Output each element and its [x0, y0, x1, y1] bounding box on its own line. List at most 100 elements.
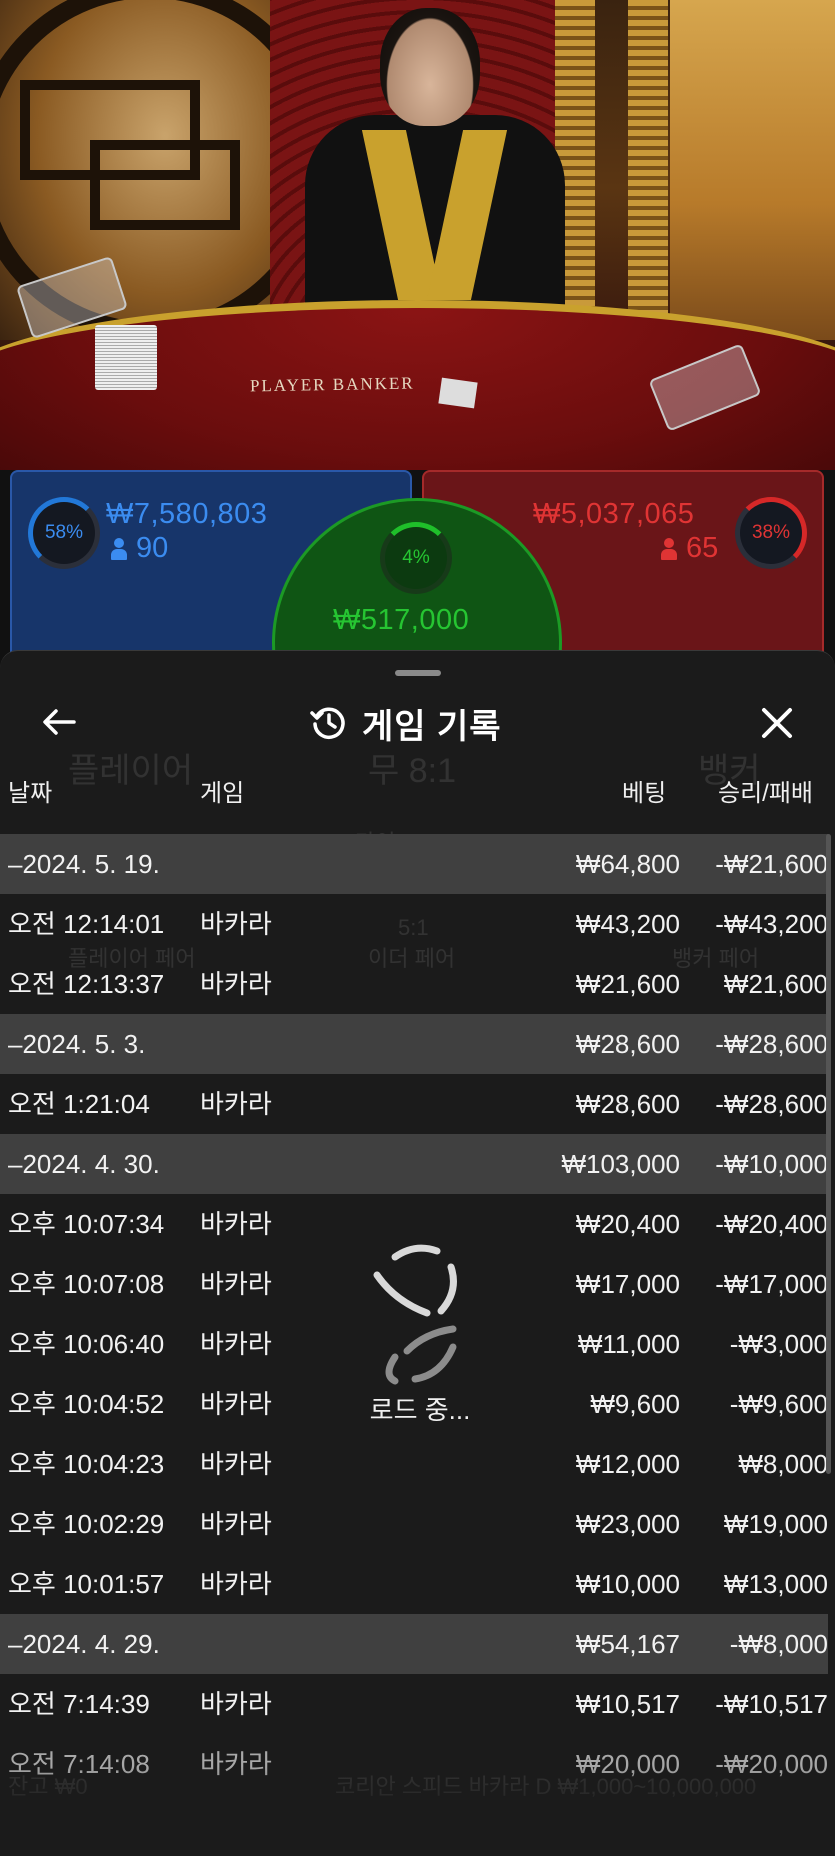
row-bet: ₩10,000 — [575, 1569, 680, 1599]
game-row[interactable]: 오전 12:14:01 바카라 ₩43,200 -₩43,200 — [0, 894, 828, 954]
row-time: 오전 12:13:37 — [8, 969, 165, 999]
sheet-header: 게임 기록 — [0, 691, 835, 755]
player-bet-amount: ₩7,580,803 — [106, 498, 268, 530]
game-row[interactable]: 오전 7:14:08 바카라 ₩20,000 -₩20,000 — [0, 1734, 828, 1794]
row-result: ₩19,000 — [723, 1509, 828, 1539]
row-time: 오후 10:07:08 — [8, 1269, 165, 1299]
row-time: 오전 12:14:01 — [8, 909, 165, 939]
row-game: 바카라 — [200, 1269, 272, 1299]
row-time: 오전 1:21:04 — [8, 1089, 150, 1119]
row-result: ₩8,000 — [738, 1449, 828, 1479]
group-date: –2024. 4. 29. — [8, 1629, 160, 1659]
date-group-row[interactable]: –2024. 4. 29. ₩54,167 -₩8,000 — [0, 1614, 828, 1674]
player-percent: 58% — [44, 522, 84, 543]
row-result: -₩3,000 — [729, 1329, 828, 1359]
player-count: 90 — [110, 532, 168, 565]
playing-card — [438, 377, 478, 409]
card-stack — [95, 325, 157, 390]
row-game: 바카라 — [200, 1749, 272, 1779]
game-row[interactable]: 오전 12:13:37 바카라 ₩21,600 ₩21,600 — [0, 954, 828, 1014]
tie-bet-amount: ₩517,000 — [333, 604, 470, 636]
group-date: –2024. 5. 3. — [8, 1029, 146, 1059]
row-bet: ₩23,000 — [575, 1509, 680, 1539]
row-bet: ₩28,600 — [575, 1089, 680, 1119]
game-row[interactable]: 오전 1:21:04 바카라 ₩28,600 -₩28,600 — [0, 1074, 828, 1134]
row-bet: ₩20,000 — [575, 1749, 680, 1779]
close-button[interactable] — [755, 701, 799, 745]
loading-label: 로드 중... — [369, 1395, 471, 1425]
live-video: PLAYER BANKER — [0, 0, 835, 470]
history-icon — [310, 707, 345, 739]
row-time: 오후 10:02:29 — [8, 1509, 165, 1539]
wall-right — [670, 0, 835, 340]
row-game: 바카라 — [200, 1449, 272, 1479]
game-row[interactable]: 오후 10:04:23 바카라 ₩12,000 ₩8,000 — [0, 1434, 828, 1494]
row-bet: ₩17,000 — [575, 1269, 680, 1299]
row-bet: ₩21,600 — [575, 969, 680, 999]
group-result: -₩28,600 — [715, 1029, 828, 1059]
dealer-head — [380, 8, 480, 126]
row-bet: ₩11,000 — [577, 1329, 680, 1359]
row-time: 오후 10:04:23 — [8, 1449, 165, 1479]
sheet-grab-handle[interactable] — [395, 670, 441, 676]
row-bet: ₩12,000 — [575, 1449, 680, 1479]
date-group-row[interactable]: –2024. 5. 3. ₩28,600 -₩28,600 — [0, 1014, 828, 1074]
group-bet: ₩54,167 — [575, 1629, 680, 1659]
row-game: 바카라 — [200, 1509, 272, 1539]
table-print: PLAYER BANKER — [249, 373, 415, 396]
game-row[interactable]: 오전 7:14:39 바카라 ₩10,517 -₩10,517 — [0, 1674, 828, 1734]
row-result: -₩28,600 — [715, 1089, 828, 1119]
column-result[interactable]: 승리/패배 — [718, 773, 813, 808]
column-date[interactable]: 날짜 — [8, 773, 52, 808]
row-time: 오전 7:14:39 — [8, 1689, 150, 1719]
row-game: 바카라 — [200, 969, 272, 999]
window-lattice — [90, 140, 240, 230]
column-game[interactable]: 게임 — [200, 773, 244, 808]
group-date: –2024. 5. 19. — [8, 849, 160, 879]
group-bet: ₩64,800 — [575, 849, 680, 879]
game-row[interactable]: 오후 10:02:29 바카라 ₩23,000 ₩19,000 — [0, 1494, 828, 1554]
date-group-row[interactable]: –2024. 5. 19. ₩64,800 -₩21,600 — [0, 834, 828, 894]
row-result: -₩20,000 — [715, 1749, 828, 1779]
date-group-row[interactable]: –2024. 4. 30. ₩103,000 -₩10,000 — [0, 1134, 828, 1194]
scrollbar[interactable] — [826, 834, 831, 1474]
banker-percent-ring: 38% — [735, 497, 807, 569]
row-result: ₩21,600 — [723, 969, 828, 999]
tie-percent: 4% — [402, 547, 430, 568]
close-icon — [762, 708, 792, 738]
row-time: 오후 10:04:52 — [8, 1389, 165, 1419]
row-result: ₩13,000 — [723, 1569, 828, 1599]
row-bet: ₩9,600 — [590, 1389, 680, 1419]
row-time: 오후 10:06:40 — [8, 1329, 165, 1359]
loading-indicator: 로드 중... — [355, 1235, 485, 1425]
group-result: -₩10,000 — [715, 1149, 828, 1179]
sheet-title-group: 게임 기록 — [310, 701, 502, 746]
row-time: 오후 10:07:34 — [8, 1209, 165, 1239]
group-bet: ₩103,000 — [561, 1149, 680, 1179]
pillar — [628, 0, 668, 330]
banker-bet-amount: ₩5,037,065 — [533, 498, 695, 530]
row-time: 오후 10:01:57 — [8, 1569, 165, 1599]
sheet-title: 게임 기록 — [362, 707, 502, 746]
column-bet[interactable]: 베팅 — [622, 773, 666, 808]
banker-percent: 38% — [751, 522, 791, 543]
row-game: 바카라 — [200, 1329, 272, 1359]
loading-spinner-icon — [373, 1244, 457, 1385]
back-button[interactable] — [38, 701, 80, 743]
person-icon — [660, 537, 678, 560]
row-game: 바카라 — [200, 1689, 272, 1719]
banker-count-value: 65 — [686, 532, 719, 564]
row-game: 바카라 — [200, 1569, 272, 1599]
arrow-left-icon — [43, 709, 76, 735]
row-game: 바카라 — [200, 1209, 272, 1239]
row-result: -₩10,517 — [715, 1689, 828, 1719]
row-result: -₩20,400 — [715, 1209, 828, 1239]
banker-count: 65 — [660, 532, 718, 565]
group-date: –2024. 4. 30. — [8, 1149, 160, 1179]
row-time: 오전 7:14:08 — [8, 1749, 150, 1779]
group-result: -₩8,000 — [729, 1629, 828, 1659]
group-bet: ₩28,600 — [575, 1029, 680, 1059]
game-row[interactable]: 오후 10:01:57 바카라 ₩10,000 ₩13,000 — [0, 1554, 828, 1614]
row-bet: ₩43,200 — [575, 909, 680, 939]
row-result: -₩43,200 — [715, 909, 828, 939]
